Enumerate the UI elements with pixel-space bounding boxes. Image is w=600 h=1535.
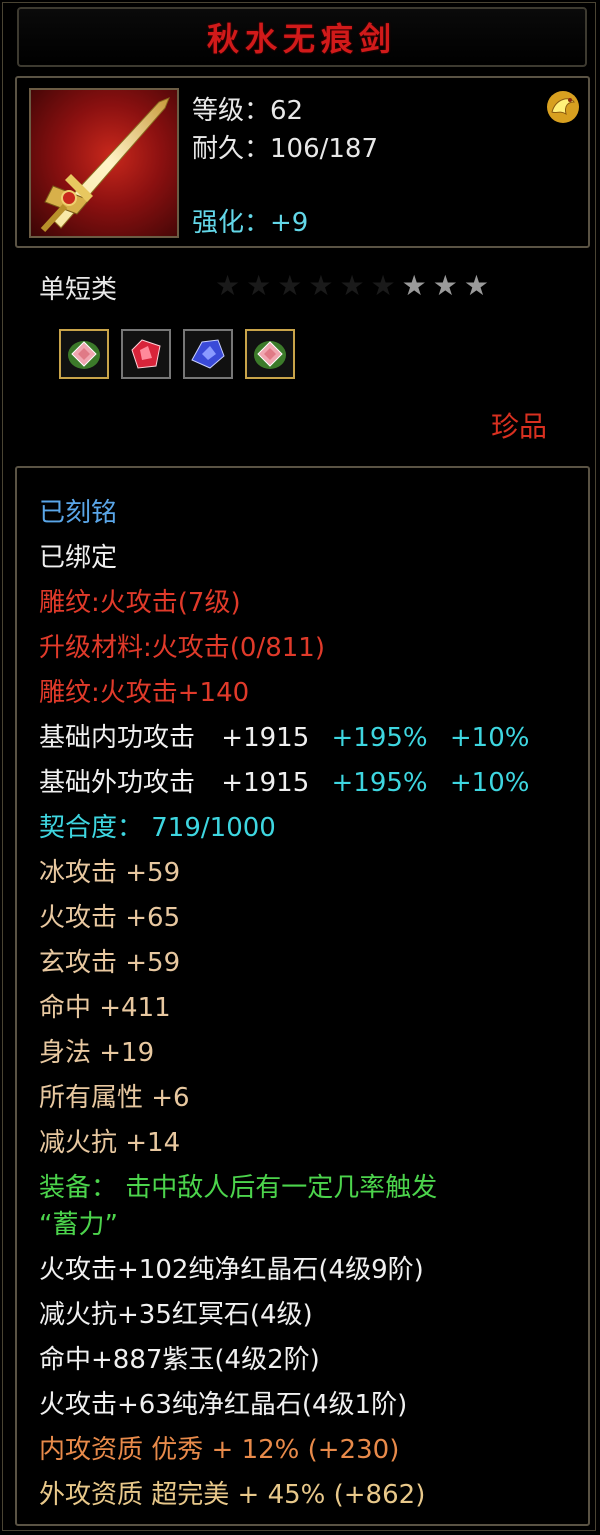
inner-attack-pct1: +195% [331,723,428,753]
blue-gem-icon [191,339,225,369]
item-name: 秋水无痕剑 [206,20,397,58]
carving-level: 雕纹:火攻击(7级) [39,588,241,618]
gem-slot[interactable] [121,329,171,379]
all-attributes-stat: 所有属性 +6 [39,1083,190,1113]
item-title-bar: 秋水无痕剑 [17,7,587,67]
dragon-emblem-icon [544,88,582,126]
gem-slot[interactable] [245,329,295,379]
equip-effect-line2: “蓄力” [39,1210,118,1240]
outer-attack-pct1: +195% [331,768,428,798]
outer-attack-pct2: +10% [449,768,530,798]
socket-gem-4: 火攻击+63纯净红晶石(4级1阶) [39,1390,408,1420]
outer-attack-quality: 外攻资质 超完美 + 45% (+862) [39,1480,426,1510]
item-durability: 耐久：106/187 [192,134,379,164]
attributes-box: 已刻铭 已绑定 雕纹:火攻击(7级) 升级材料:火攻击(0/811) 雕纹:火攻… [15,466,590,1526]
red-gem-icon [131,339,161,369]
inner-attack-row: 基础内功攻击 +1915 +195% +10% [39,721,529,755]
inner-attack-pct2: +10% [449,723,530,753]
item-level: 等级：62 [192,96,304,126]
ice-attack: 冰攻击 +59 [39,858,181,888]
agility-stat: 身法 +19 [39,1038,155,1068]
inner-attack-value: +1915 [221,723,310,753]
star-icon: ★ [370,269,396,302]
inner-attack-quality: 内攻资质 优秀 + 12% (+230) [39,1435,400,1465]
socket-gem-1: 火攻击+102纯净红晶石(4级9阶) [39,1255,424,1285]
star-icon: ★ [339,269,365,302]
sword-icon [29,88,179,238]
star-icon: ★ [246,269,272,302]
fire-attack: 火攻击 +65 [39,903,181,933]
bound-status: 已绑定 [39,543,118,573]
hit-stat: 命中 +411 [39,993,171,1023]
outer-attack-label: 基础外功攻击 [39,768,196,798]
gem-slots [59,329,295,379]
outer-attack-value: +1915 [221,768,310,798]
mystic-attack: 玄攻击 +59 [39,948,181,978]
item-category: 单短类 [39,275,118,305]
compatibility: 契合度： 719/1000 [39,813,276,843]
gem-slot[interactable] [183,329,233,379]
gem-slot[interactable] [59,329,109,379]
tooltip-frame: 秋水无痕剑 等级：62 耐久：106/187 强化：+9 单短类 ★ ★ ★ ★… [2,2,596,1531]
equip-effect-line1: 装备： 击中敌人后有一定几率触发 [39,1173,438,1203]
inner-attack-label: 基础内功攻击 [39,723,196,753]
engraved-status: 已刻铭 [39,498,118,528]
outer-attack-row: 基础外功攻击 +1915 +195% +10% [39,766,529,800]
item-rarity: 珍品 [490,410,547,443]
star-icon: ★ [463,269,489,302]
fire-resist-reduce: 减火抗 +14 [39,1128,181,1158]
carving-bonus: 雕纹:火攻击+140 [39,678,250,708]
item-enhance: 强化：+9 [192,208,309,238]
star-icon: ★ [308,269,334,302]
socket-gem-3: 命中+887紫玉(4级2阶) [39,1345,320,1375]
star-icon: ★ [432,269,458,302]
star-rating: ★ ★ ★ ★ ★ ★ ★ ★ ★ [215,269,489,303]
star-icon: ★ [215,269,241,302]
item-info-box: 等级：62 耐久：106/187 强化：+9 [15,76,590,248]
pink-gem-icon [68,341,100,369]
star-icon: ★ [401,269,427,302]
upgrade-material: 升级材料:火攻击(0/811) [39,633,325,663]
pink-gem-icon [254,341,286,369]
star-icon: ★ [277,269,303,302]
socket-gem-2: 减火抗+35红冥石(4级) [39,1300,313,1330]
